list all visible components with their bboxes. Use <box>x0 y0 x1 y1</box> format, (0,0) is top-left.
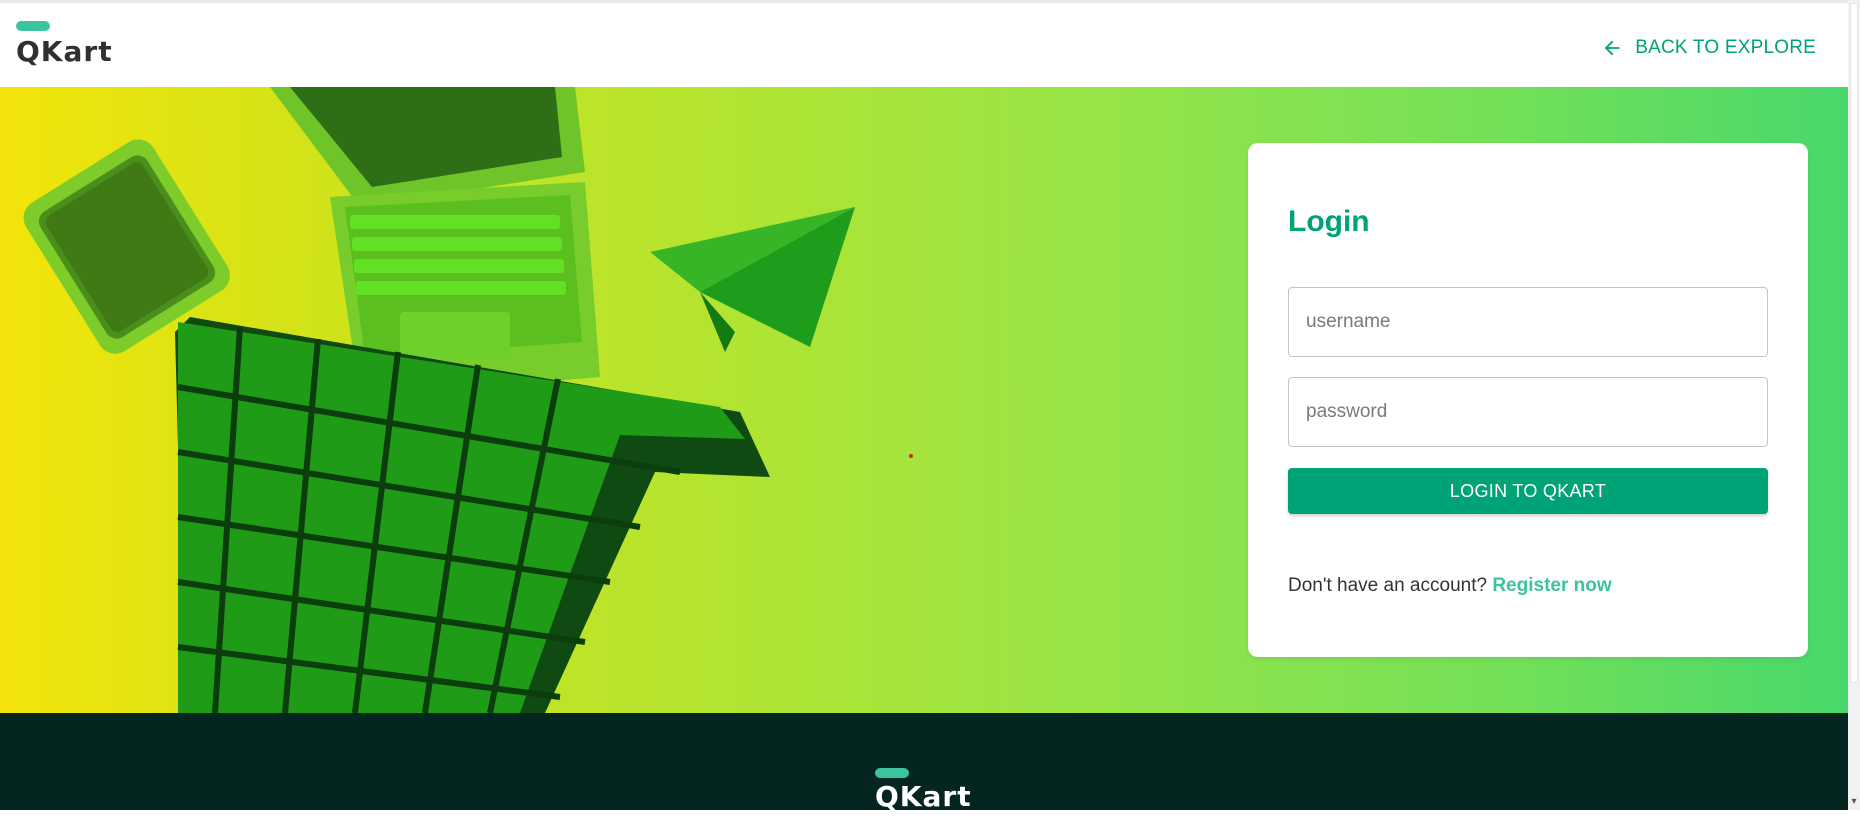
logo-text: QKart <box>16 35 113 68</box>
footer-logo[interactable]: QKart <box>875 768 985 818</box>
footer-logo-text: QKart <box>875 780 972 813</box>
paper-plane-illustration <box>650 207 855 352</box>
login-button[interactable]: LOGIN TO QKART <box>1288 468 1768 514</box>
qkart-logo[interactable]: QKart <box>16 21 126 71</box>
register-row: Don't have an account? Register now <box>1288 575 1612 597</box>
footer-logo-pill <box>875 768 909 778</box>
login-title: Login <box>1288 205 1370 238</box>
arrow-left-icon <box>1604 40 1620 56</box>
chevron-down-icon[interactable]: ▾ <box>1848 796 1860 808</box>
page-scrollbar[interactable]: ▾ <box>1848 0 1860 810</box>
password-input[interactable] <box>1288 377 1768 447</box>
back-to-explore-button[interactable]: BACK TO EXPLORE <box>1601 31 1816 65</box>
register-prompt: Don't have an account? <box>1288 575 1488 596</box>
username-input[interactable] <box>1288 287 1768 357</box>
shopping-cart-illustration <box>175 317 770 713</box>
site-header: QKart BACK TO EXPLORE <box>0 3 1848 87</box>
back-to-explore-label: BACK TO EXPLORE <box>1635 37 1816 58</box>
scrollbar-thumb[interactable] <box>1850 3 1858 683</box>
login-card: Login LOGIN TO QKART Don't have an accou… <box>1248 143 1808 657</box>
register-link[interactable]: Register now <box>1492 575 1611 596</box>
site-footer: QKart <box>0 713 1848 813</box>
cursor-dot <box>909 454 913 458</box>
logo-pill <box>16 21 50 31</box>
shopping-illustration <box>23 87 855 713</box>
